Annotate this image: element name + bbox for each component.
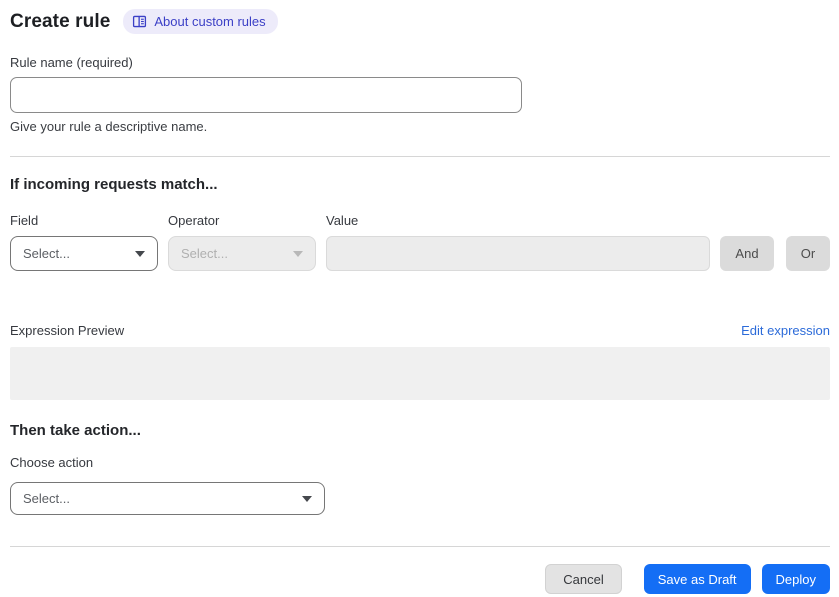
rule-name-input[interactable] <box>10 77 522 113</box>
value-column: Value <box>326 213 710 271</box>
match-section-heading: If incoming requests match... <box>10 176 218 193</box>
expression-preview-box <box>10 347 830 400</box>
choose-action-select[interactable]: Select... <box>10 482 325 515</box>
operator-select: Select... <box>168 236 316 271</box>
page-title: Create rule <box>10 10 111 32</box>
operator-column: Operator Select... <box>168 213 316 271</box>
expression-preview-label: Expression Preview <box>10 323 125 338</box>
about-custom-rules-label: About custom rules <box>154 14 266 29</box>
cancel-button[interactable]: Cancel <box>545 564 622 594</box>
field-select[interactable]: Select... <box>10 236 158 271</box>
edit-expression-link[interactable]: Edit expression <box>741 323 830 338</box>
deploy-button[interactable]: Deploy <box>761 564 830 594</box>
match-builder-row: Field Select... Operator Select... Value… <box>10 213 830 271</box>
value-input <box>326 236 710 271</box>
field-column: Field Select... <box>10 213 158 271</box>
section-divider-bottom <box>10 546 830 547</box>
value-label: Value <box>326 213 359 228</box>
action-section-heading: Then take action... <box>10 422 141 439</box>
about-custom-rules-link[interactable]: About custom rules <box>123 9 278 34</box>
rule-name-helper-text: Give your rule a descriptive name. <box>10 119 208 134</box>
choose-action-placeholder: Select... <box>23 491 70 506</box>
chevron-down-icon <box>302 495 312 502</box>
save-as-draft-button[interactable]: Save as Draft <box>643 564 751 594</box>
field-label: Field <box>10 213 39 228</box>
and-button[interactable]: And <box>720 236 774 271</box>
section-divider-top <box>10 156 830 157</box>
chevron-down-icon <box>135 250 145 257</box>
page-header: Create rule About custom rules <box>10 9 830 34</box>
rule-name-label: Rule name (required) <box>10 55 133 70</box>
expression-header-row: Expression Preview Edit expression <box>10 323 830 338</box>
create-rule-page: Create rule About custom rules Rule name… <box>10 0 830 594</box>
chevron-down-icon <box>293 250 303 257</box>
footer-actions: Cancel Save as Draft Deploy <box>10 564 830 594</box>
choose-action-label: Choose action <box>10 455 94 470</box>
operator-select-placeholder: Select... <box>181 246 228 261</box>
book-icon <box>132 14 147 29</box>
operator-label: Operator <box>168 213 220 228</box>
or-button[interactable]: Or <box>786 236 830 271</box>
field-select-placeholder: Select... <box>23 246 70 261</box>
